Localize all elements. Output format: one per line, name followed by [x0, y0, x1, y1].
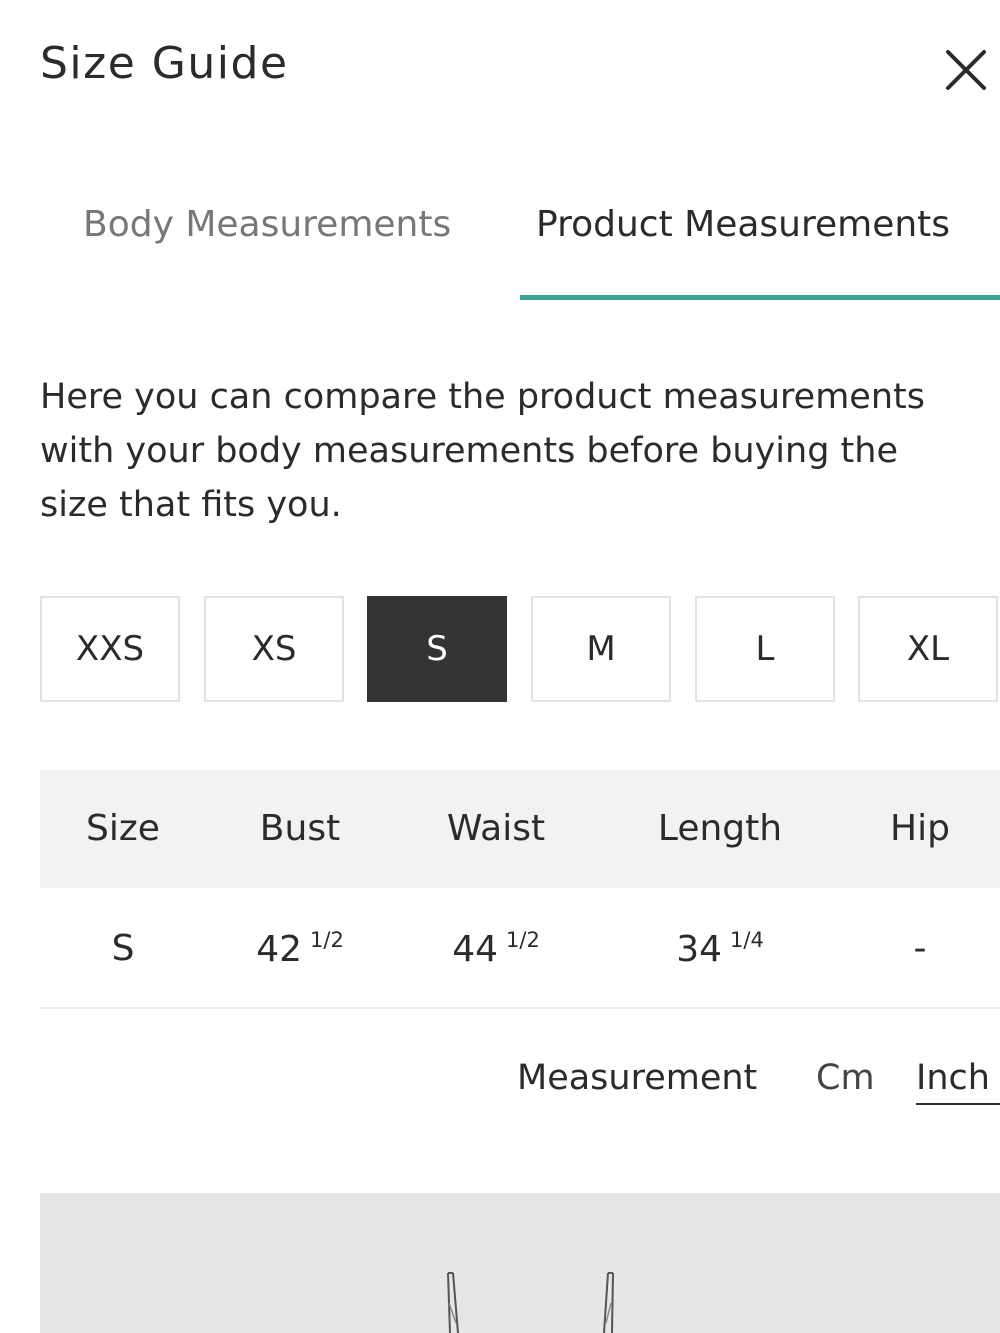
table-divider — [40, 1007, 1000, 1009]
selected-unit-indicator — [916, 1103, 1000, 1105]
cell-fraction: 1/2 — [310, 928, 344, 952]
cell-fraction: 1/4 — [730, 928, 764, 952]
size-option-l[interactable]: L — [695, 596, 835, 702]
cell-value: S — [111, 928, 135, 969]
close-button[interactable] — [940, 44, 992, 96]
tab-body-measurements[interactable]: Body Measurements — [83, 204, 451, 245]
cell-value: 42 — [256, 929, 303, 970]
size-guide-title: Size Guide — [40, 38, 289, 89]
garment-straps-illustration — [447, 1272, 614, 1333]
table-cell-bust: 42 1/2 — [256, 928, 344, 970]
column-header-length: Length — [657, 808, 783, 849]
intro-text: Here you can compare the product measure… — [40, 377, 925, 525]
cell-value: 44 — [452, 929, 499, 970]
size-option-m[interactable]: M — [531, 596, 671, 702]
cell-value: 34 — [676, 929, 723, 970]
cell-value: - — [913, 928, 927, 969]
column-header-hip: Hip — [890, 808, 950, 849]
cell-fraction: 1/2 — [506, 928, 540, 952]
column-header-bust: Bust — [259, 808, 341, 849]
size-option-xxs[interactable]: XXS — [40, 596, 180, 702]
size-option-xs[interactable]: XS — [204, 596, 344, 702]
column-header-size: Size — [86, 808, 160, 849]
size-selector: XXS XS S M L XL — [40, 596, 1000, 704]
measurement-unit-label: Measurement — [517, 1058, 758, 1098]
product-image — [40, 1193, 1000, 1333]
table-cell-hip: - — [914, 928, 927, 969]
table-cell-waist: 44 1/2 — [452, 928, 540, 970]
size-option-s[interactable]: S — [367, 596, 507, 702]
table-cell-length: 34 1/4 — [676, 928, 764, 970]
column-header-waist: Waist — [446, 808, 546, 849]
table-cell-size: S — [112, 928, 135, 969]
unit-toggle-cm[interactable]: Cm — [816, 1058, 875, 1098]
size-option-xl[interactable]: XL — [858, 596, 998, 702]
close-icon — [946, 50, 986, 90]
unit-toggle-inch[interactable]: Inch — [916, 1058, 990, 1098]
active-tab-indicator — [520, 295, 1000, 300]
tab-product-measurements[interactable]: Product Measurements — [536, 204, 950, 245]
